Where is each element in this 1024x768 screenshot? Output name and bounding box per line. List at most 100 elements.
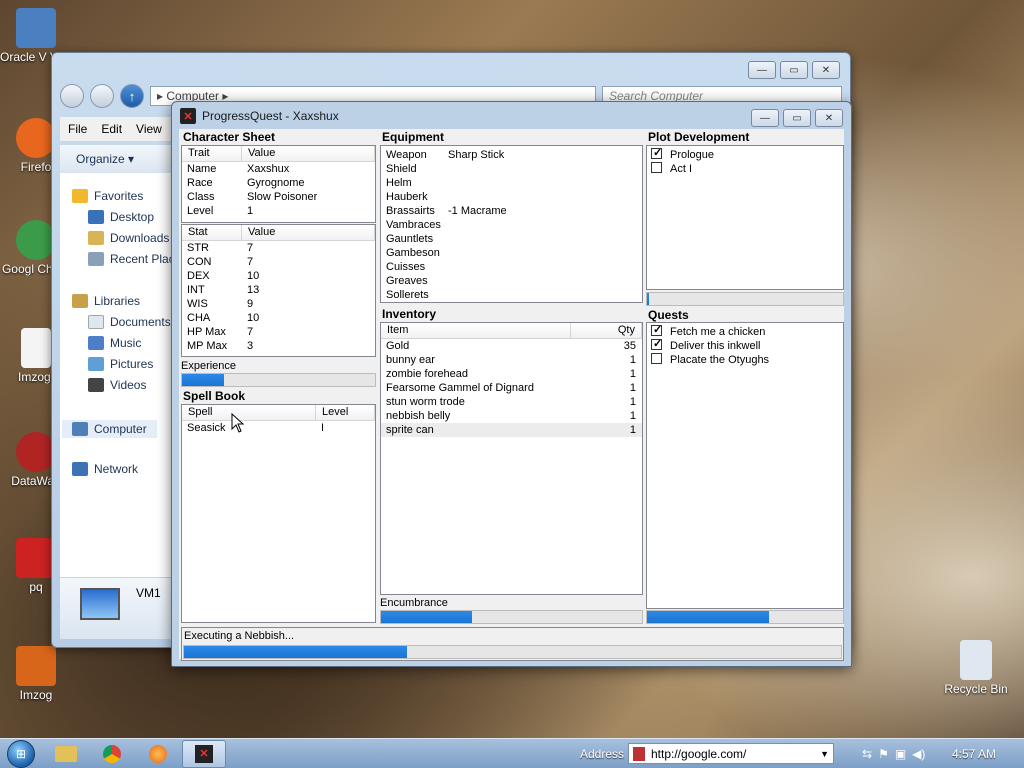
nav-network[interactable]: Network	[72, 462, 138, 476]
inventory-row[interactable]: stun worm trode 1	[381, 395, 642, 409]
column-header[interactable]: Value	[242, 146, 375, 161]
inventory-row[interactable]: Fearsome Gammel of Dignard 1	[381, 381, 642, 395]
equipment-row[interactable]: Weapon Sharp Stick	[381, 148, 642, 162]
nav-documents[interactable]: Documents	[88, 315, 171, 329]
stat-row[interactable]: CHA 10	[182, 311, 375, 325]
column-header[interactable]: Item	[381, 323, 571, 338]
equipment-row[interactable]: Vambraces	[381, 218, 642, 232]
stat-row[interactable]: HP Max 7	[182, 325, 375, 339]
nav-recent-places[interactable]: Recent Plac	[88, 252, 175, 266]
inventory-row[interactable]: Gold 35	[381, 339, 642, 353]
equipment-row[interactable]: Sollerets	[381, 288, 642, 302]
nav-pictures[interactable]: Pictures	[88, 357, 153, 371]
desktop-icon-recycle-bin[interactable]: Recycle Bin	[936, 640, 1016, 696]
organize-button[interactable]: Organize ▾	[60, 145, 180, 173]
trait-row[interactable]: Name Xaxshux	[182, 162, 375, 176]
equipment-row[interactable]: Helm	[381, 176, 642, 190]
go-icon[interactable]: ⇆	[862, 747, 872, 761]
back-button[interactable]	[60, 84, 84, 108]
column-header[interactable]: Stat	[182, 225, 242, 240]
taskbar-explorer-button[interactable]	[44, 740, 88, 768]
checkbox[interactable]	[651, 162, 662, 173]
equipment-row[interactable]: Hauberk	[381, 190, 642, 204]
traits-list[interactable]: Trait Value Name Xaxshux Race Gyrognome Clas…	[181, 145, 376, 223]
equipment-row[interactable]: Gambeson	[381, 246, 642, 260]
start-button[interactable]: ⊞	[0, 739, 42, 768]
stats-list[interactable]: Stat Value STR 7 CON 7 DEX 10 INT 13 WIS 9 CHA 10 HP…	[181, 224, 376, 357]
flag-icon[interactable]: ⚑	[878, 747, 889, 761]
close-button[interactable]: ✕	[812, 61, 840, 79]
inventory-row[interactable]: nebbish belly 1	[381, 409, 642, 423]
inventory-row[interactable]: bunny ear 1	[381, 353, 642, 367]
cell: Gyrognome	[247, 177, 305, 189]
trait-row[interactable]: Class Slow Poisoner	[182, 190, 375, 204]
forward-button[interactable]	[90, 84, 114, 108]
nav-downloads[interactable]: Downloads	[88, 231, 169, 245]
nav-favorites[interactable]: Favorites	[72, 189, 143, 203]
up-button[interactable]: ↑	[120, 84, 144, 108]
quest-item[interactable]: Fetch me a chicken	[647, 323, 843, 339]
taskbar-chrome-button[interactable]	[90, 740, 134, 768]
plot-act-item[interactable]: Prologue	[647, 146, 843, 162]
equipment-row[interactable]: Cuisses	[381, 260, 642, 274]
column-header[interactable]: Spell	[182, 405, 316, 420]
checkbox[interactable]	[651, 146, 662, 160]
cell	[443, 232, 642, 246]
volume-icon[interactable]: ◀)	[912, 747, 925, 761]
cell: Level	[187, 205, 214, 217]
taskbar-pq-button[interactable]: ✕	[182, 739, 226, 768]
nav-libraries[interactable]: Libraries	[72, 294, 140, 308]
network-tray-icon[interactable]: ▣	[895, 747, 906, 761]
equipment-row[interactable]: Shield	[381, 162, 642, 176]
equipment-row[interactable]: Gauntlets	[381, 232, 642, 246]
inventory-row[interactable]: sprite can 1	[381, 423, 642, 437]
nav-music[interactable]: Music	[88, 336, 141, 350]
equipment-row[interactable]: Brassairts -1 Macrame	[381, 204, 642, 218]
chevron-down-icon[interactable]: ▼	[820, 749, 833, 759]
stat-row[interactable]: STR 7	[182, 241, 375, 255]
inventory-row[interactable]: zombie forehead 1	[381, 367, 642, 381]
checkbox[interactable]	[651, 353, 662, 364]
stat-row[interactable]: WIS 9	[182, 297, 375, 311]
maximize-button[interactable]: ▭	[783, 109, 811, 127]
cell: 7	[247, 256, 254, 268]
column-header[interactable]: Trait	[182, 146, 242, 161]
nav-desktop[interactable]: Desktop	[88, 210, 154, 224]
equipment-list[interactable]: Weapon Sharp Stick Shield Helm Hauberk Brassa…	[380, 145, 643, 303]
spell-row[interactable]: Seasick I	[182, 421, 375, 435]
quests-list[interactable]: Fetch me a chicken Deliver this inkwell Pl…	[646, 322, 844, 609]
checkbox[interactable]	[651, 323, 662, 337]
nav-videos[interactable]: Videos	[88, 378, 146, 392]
quest-item[interactable]: Deliver this inkwell	[647, 337, 843, 353]
taskbar-address-input[interactable]: http://google.com/ ▼	[628, 743, 834, 764]
minimize-button[interactable]: —	[748, 61, 776, 79]
column-header[interactable]: Level	[316, 405, 375, 420]
maximize-button[interactable]: ▭	[780, 61, 808, 79]
taskbar-firefox-button[interactable]	[136, 740, 180, 768]
quest-item[interactable]: Placate the Otyughs	[647, 353, 843, 367]
stat-row[interactable]: MP Max 3	[182, 339, 375, 353]
column-header[interactable]: Value	[242, 225, 375, 240]
cell: sprite can	[386, 424, 434, 436]
cell: 7	[247, 242, 254, 254]
equipment-row[interactable]: Greaves	[381, 274, 642, 288]
stat-row[interactable]: CON 7	[182, 255, 375, 269]
checkbox[interactable]	[651, 337, 662, 351]
spell-list[interactable]: Spell Level Seasick I	[181, 404, 376, 623]
desktop-icon-imzog[interactable]: Imzog	[0, 646, 72, 702]
menu-edit[interactable]: Edit	[101, 122, 122, 136]
minimize-button[interactable]: —	[751, 109, 779, 127]
plot-list[interactable]: Prologue Act I	[646, 145, 844, 290]
clock[interactable]: 4:57 AM	[952, 747, 996, 761]
trait-row[interactable]: Level 1	[182, 204, 375, 218]
column-header[interactable]: Qty	[571, 323, 642, 338]
close-button[interactable]: ✕	[815, 109, 843, 127]
stat-row[interactable]: INT 13	[182, 283, 375, 297]
menu-view[interactable]: View	[136, 122, 162, 136]
plot-act-item[interactable]: Act I	[647, 162, 843, 176]
nav-computer[interactable]: Computer	[62, 420, 157, 438]
stat-row[interactable]: DEX 10	[182, 269, 375, 283]
trait-row[interactable]: Race Gyrognome	[182, 176, 375, 190]
inventory-list[interactable]: Item Qty Gold 35 bunny ear 1 zombie forehead…	[380, 322, 643, 595]
menu-file[interactable]: File	[68, 122, 87, 136]
